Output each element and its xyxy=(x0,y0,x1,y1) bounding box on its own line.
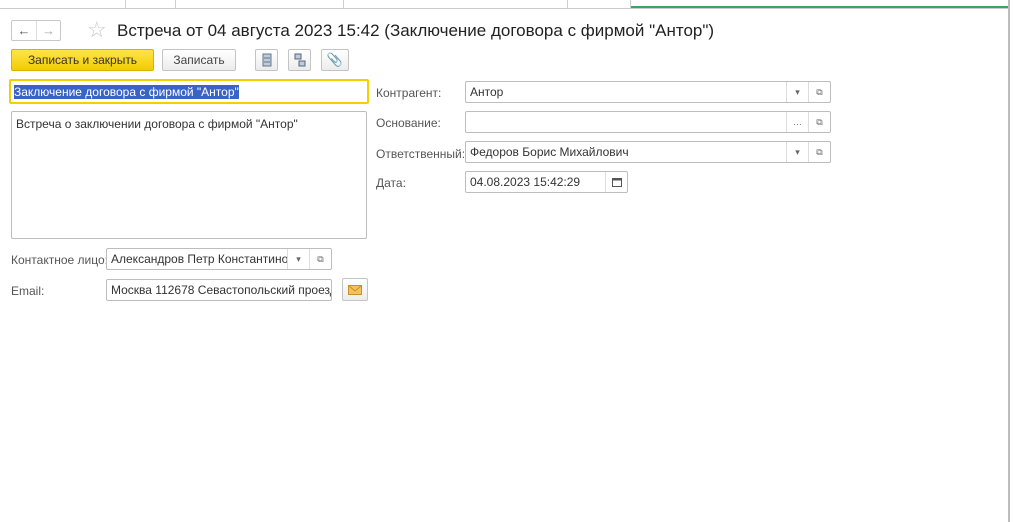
calendar-icon[interactable] xyxy=(605,172,627,192)
star-icon[interactable]: ☆ xyxy=(87,17,107,43)
open-icon[interactable]: ⧉ xyxy=(808,112,830,132)
open-icon[interactable]: ⧉ xyxy=(808,82,830,102)
email-field[interactable]: Москва 112678 Севастопольский проезд xyxy=(106,279,332,301)
email-value: Москва 112678 Севастопольский проезд xyxy=(111,283,331,297)
back-arrow-icon[interactable]: ← xyxy=(12,21,36,40)
basis-label: Основание: xyxy=(376,116,441,130)
dropdown-icon[interactable]: ▾ xyxy=(287,249,309,269)
date-field[interactable]: 04.08.2023 15:42:29 xyxy=(465,171,628,193)
basis-field[interactable]: … ⧉ xyxy=(465,111,831,133)
tab[interactable] xyxy=(568,0,631,8)
subject-text: Заключение договора с фирмой "Антор" xyxy=(14,84,239,99)
tab[interactable] xyxy=(176,0,344,8)
description-textarea[interactable]: Встреча о заключении договора с фирмой "… xyxy=(11,111,367,239)
counterparty-value: Антор xyxy=(470,85,504,99)
forward-arrow-icon[interactable]: → xyxy=(36,21,60,40)
responsible-label: Ответственный: xyxy=(376,147,466,161)
dropdown-icon[interactable]: ▾ xyxy=(786,142,808,162)
tab-active[interactable] xyxy=(631,0,1009,8)
contact-field[interactable]: Александров Петр Константинови ▾ ⧉ xyxy=(106,248,332,270)
save-and-close-button[interactable]: Записать и закрыть xyxy=(11,49,154,71)
open-icon[interactable]: ⧉ xyxy=(309,249,331,269)
subject-input[interactable]: Заключение договора с фирмой "Антор" xyxy=(9,79,369,104)
page-title: Встреча от 04 августа 2023 15:42 (Заключ… xyxy=(117,21,715,40)
tab[interactable] xyxy=(344,0,568,8)
responsible-value: Федоров Борис Михайлович xyxy=(470,145,629,159)
structure-icon[interactable] xyxy=(288,49,311,71)
contact-value: Александров Петр Константинови xyxy=(111,252,287,266)
save-button[interactable]: Записать xyxy=(162,49,236,71)
tab[interactable] xyxy=(0,0,126,8)
panel-divider xyxy=(1008,0,1010,522)
dropdown-icon[interactable]: ▾ xyxy=(786,82,808,102)
tab[interactable] xyxy=(126,0,176,8)
date-value: 04.08.2023 15:42:29 xyxy=(470,175,581,189)
nav-buttons: ← → xyxy=(11,20,61,41)
counterparty-field[interactable]: Антор ▾ ⧉ xyxy=(465,81,831,103)
description-text: Встреча о заключении договора с фирмой "… xyxy=(16,117,298,131)
ellipsis-icon[interactable]: … xyxy=(786,112,808,132)
paperclip-icon[interactable]: 📎 xyxy=(321,49,349,71)
email-label: Email: xyxy=(11,284,45,298)
open-icon[interactable]: ⧉ xyxy=(808,142,830,162)
tab-bar xyxy=(0,0,1009,9)
counterparty-label: Контрагент: xyxy=(376,86,442,100)
responsible-field[interactable]: Федоров Борис Михайлович ▾ ⧉ xyxy=(465,141,831,163)
contact-label: Контактное лицо: xyxy=(11,253,108,267)
date-label: Дата: xyxy=(376,176,406,190)
envelope-icon[interactable] xyxy=(342,278,368,301)
document-list-icon[interactable] xyxy=(255,49,278,71)
